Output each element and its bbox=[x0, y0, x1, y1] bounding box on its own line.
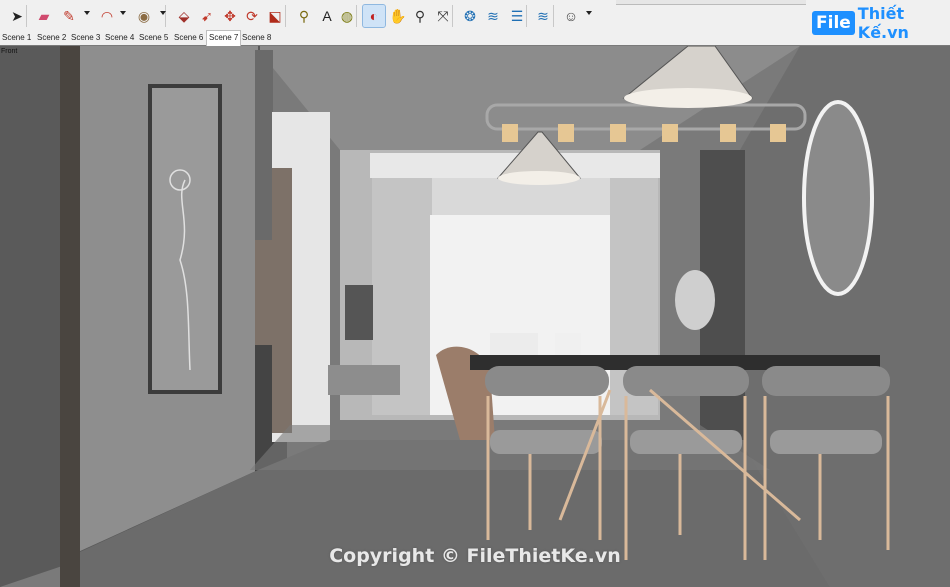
paint-bucket-tool[interactable]: ◍ bbox=[336, 5, 358, 27]
table-canister bbox=[555, 333, 581, 355]
pendant-lamp-large-rim bbox=[624, 88, 752, 108]
plates-stack bbox=[490, 333, 538, 355]
scale-icon: ⬕ bbox=[268, 8, 282, 24]
sandbox-icon: ≋ bbox=[537, 8, 549, 24]
warehouse-icon: ❂ bbox=[464, 8, 476, 24]
dropdown-caret-icon[interactable] bbox=[120, 11, 126, 15]
rotate-tool[interactable]: ⟳ bbox=[241, 5, 263, 27]
dropdown-caret-icon[interactable] bbox=[84, 11, 90, 15]
zoom-extents-tool[interactable]: ⤧ bbox=[432, 5, 454, 27]
pan-tool[interactable]: ✋ bbox=[387, 5, 409, 27]
scene-tab-2[interactable]: Scene 2 bbox=[35, 31, 68, 45]
text-icon: A bbox=[322, 8, 332, 24]
scene-tab-7[interactable]: Scene 7 bbox=[206, 30, 242, 46]
move-tool[interactable]: ✥ bbox=[219, 5, 241, 27]
brand-logo-text: Thiết Kế.vn bbox=[857, 4, 909, 42]
rotate-icon: ⟳ bbox=[246, 8, 258, 24]
follow-me-tool[interactable]: ➹ bbox=[196, 5, 218, 27]
pendant-lamp-small-rim bbox=[498, 171, 580, 185]
user-icon: ☺ bbox=[563, 8, 579, 24]
pencil-icon: ✎ bbox=[63, 8, 75, 24]
magnifier-icon: ⚲ bbox=[414, 8, 426, 24]
orbit-tool[interactable]: ◐ bbox=[362, 4, 386, 28]
window-strip bbox=[616, 0, 806, 5]
scene-tabs: Scene 1 Scene 2 Scene 3 Scene 4 Scene 5 Scene… bbox=[0, 30, 950, 46]
main-toolbar: ➤ ▰ ✎ ◠ ◉ ⬙ ➹ ✥ ⟳ ⬕ ⚲ A ◍ ◐ ✋ ⚲ ⤧ ❂ ≋ ☰ ≋ ☺ bbox=[0, 0, 950, 32]
scale-tool[interactable]: ⬕ bbox=[264, 5, 286, 27]
upper-cabinet bbox=[255, 50, 273, 240]
push-pull-tool[interactable]: ⬙ bbox=[173, 5, 195, 27]
toolbar-separator bbox=[165, 5, 166, 27]
eraser-icon: ▰ bbox=[38, 8, 50, 24]
arc-icon: ◠ bbox=[100, 8, 114, 24]
scene-tab-1[interactable]: Scene 1 bbox=[0, 31, 33, 45]
scene-tab-8[interactable]: Scene 8 bbox=[240, 31, 273, 45]
extension-icon: ≋ bbox=[487, 8, 499, 24]
dropdown-caret-icon[interactable] bbox=[160, 11, 166, 15]
round-mirror bbox=[802, 100, 874, 296]
model-viewport[interactable] bbox=[0, 46, 950, 587]
view-label: Front bbox=[1, 48, 18, 55]
door-panel bbox=[272, 168, 292, 433]
scene-tab-3[interactable]: Scene 3 bbox=[69, 31, 102, 45]
dropdown-caret-icon[interactable] bbox=[586, 11, 592, 15]
tv-console bbox=[328, 365, 400, 395]
layers-tool[interactable]: ☰ bbox=[506, 5, 528, 27]
hand-icon: ✋ bbox=[389, 8, 407, 24]
scene-render bbox=[0, 46, 950, 587]
push-pull-icon: ⬙ bbox=[178, 8, 190, 24]
text-tool[interactable]: A bbox=[316, 5, 338, 27]
zoom-extents-icon: ⤧ bbox=[437, 8, 449, 24]
eraser-tool[interactable]: ▰ bbox=[33, 5, 55, 27]
paint-bucket-icon: ◍ bbox=[340, 8, 354, 24]
zoom-tool[interactable]: ⚲ bbox=[409, 5, 431, 27]
layers-icon: ☰ bbox=[510, 8, 524, 24]
circle-icon: ◉ bbox=[137, 8, 151, 24]
warehouse-tool[interactable]: ❂ bbox=[459, 5, 481, 27]
tv-screen bbox=[345, 285, 373, 340]
left-door-frame bbox=[60, 46, 80, 587]
tape-icon: ⚲ bbox=[298, 8, 310, 24]
tape-measure-tool[interactable]: ⚲ bbox=[293, 5, 315, 27]
shapes-tool[interactable]: ◉ bbox=[133, 5, 155, 27]
line-tool[interactable]: ✎ bbox=[58, 5, 80, 27]
extension-tool[interactable]: ≋ bbox=[482, 5, 504, 27]
move-icon: ✥ bbox=[224, 8, 236, 24]
follow-me-icon: ➹ bbox=[201, 8, 213, 24]
sandbox-tool[interactable]: ≋ bbox=[532, 5, 554, 27]
wall-art-frame bbox=[148, 84, 222, 394]
scene-tab-5[interactable]: Scene 5 bbox=[137, 31, 170, 45]
brand-logo-box: File bbox=[812, 11, 855, 35]
account-tool[interactable]: ☺ bbox=[560, 5, 582, 27]
scene-tab-4[interactable]: Scene 4 bbox=[103, 31, 136, 45]
vase-decor bbox=[675, 270, 715, 330]
brand-logo: File Thiết Kế.vn bbox=[812, 4, 950, 42]
copyright-watermark: Copyright © FileThietKe.vn bbox=[329, 545, 621, 567]
arrow-icon: ➤ bbox=[11, 8, 23, 24]
orbit-icon: ◐ bbox=[369, 8, 379, 24]
arc-tool[interactable]: ◠ bbox=[96, 5, 118, 27]
select-tool[interactable]: ➤ bbox=[6, 5, 28, 27]
scene-tab-6[interactable]: Scene 6 bbox=[172, 31, 205, 45]
